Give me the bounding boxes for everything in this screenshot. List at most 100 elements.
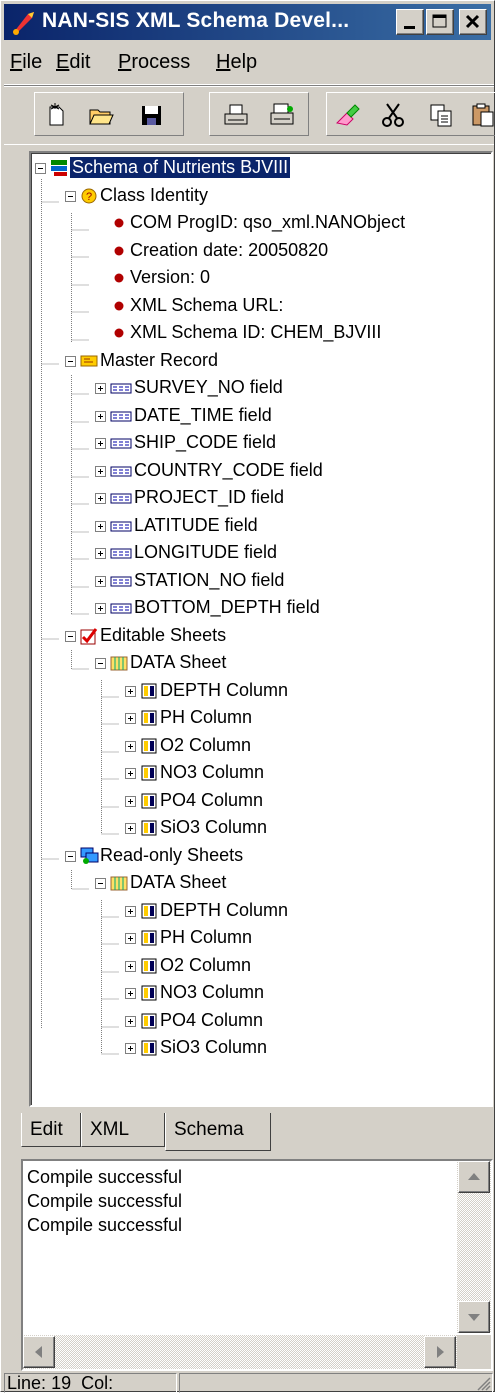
- tree-node-column[interactable]: O2 Column: [31, 733, 487, 759]
- scroll-down-button[interactable]: [458, 1301, 490, 1333]
- tree-node-master-record[interactable]: Master Record: [31, 348, 487, 374]
- expand-icon[interactable]: [125, 1015, 136, 1027]
- tree-node-column[interactable]: SiO3 Column: [31, 1035, 487, 1061]
- expand-icon[interactable]: [125, 768, 136, 779]
- expand-icon[interactable]: [95, 438, 106, 449]
- tree-node-sheet[interactable]: DATA Sheet: [31, 870, 487, 896]
- collapse-icon[interactable]: [95, 878, 106, 889]
- expand-icon[interactable]: [125, 960, 136, 972]
- field-icon: [110, 462, 132, 480]
- print-setup-button[interactable]: [264, 97, 300, 133]
- clear-button[interactable]: [329, 97, 365, 133]
- tree-node-property[interactable]: XML Schema URL:: [31, 293, 487, 319]
- tree-node-property[interactable]: XML Schema ID: CHEM_BJVIII: [31, 320, 487, 346]
- expand-icon[interactable]: [125, 713, 136, 724]
- open-button[interactable]: [83, 97, 119, 133]
- tree-node-field[interactable]: DATE_TIME field: [31, 403, 487, 429]
- vertical-scrollbar[interactable]: [457, 1161, 491, 1333]
- scroll-right-button[interactable]: [424, 1336, 456, 1368]
- collapse-icon[interactable]: [35, 163, 46, 174]
- horizontal-scrollbar[interactable]: [23, 1335, 457, 1369]
- column-icon: [140, 902, 158, 920]
- tree-node-column[interactable]: PO4 Column: [31, 1008, 487, 1034]
- tree-node-column[interactable]: NO3 Column: [31, 980, 487, 1006]
- tree-node-field[interactable]: PROJECT_ID field: [31, 485, 487, 511]
- tree-node-field[interactable]: LATITUDE field: [31, 513, 487, 539]
- tree-node-editable-sheets[interactable]: Editable Sheets: [31, 623, 487, 649]
- collapse-icon[interactable]: [95, 658, 106, 669]
- tree-node-column[interactable]: SiO3 Column: [31, 815, 487, 841]
- expand-icon[interactable]: [125, 740, 136, 752]
- expand-icon[interactable]: [95, 410, 106, 422]
- tree-node-property[interactable]: Version: 0: [31, 265, 487, 291]
- scroll-up-button[interactable]: [458, 1161, 490, 1193]
- tree-node-column[interactable]: NO3 Column: [31, 760, 487, 786]
- tree-node-field[interactable]: BOTTOM_DEPTH field: [31, 595, 487, 621]
- tree-node-column[interactable]: PH Column: [31, 925, 487, 951]
- class-identity-icon: ?: [80, 187, 98, 205]
- close-button[interactable]: [459, 9, 487, 35]
- expand-icon[interactable]: [95, 493, 106, 504]
- column-icon: [140, 1012, 158, 1030]
- expand-icon[interactable]: [125, 1043, 136, 1054]
- tree-node-label: PO4 Column: [160, 789, 264, 810]
- new-button[interactable]: [37, 97, 73, 133]
- copy-button[interactable]: [423, 97, 459, 133]
- tree-node-field[interactable]: COUNTRY_CODE field: [31, 458, 487, 484]
- output-pane[interactable]: Compile successful Compile successful Co…: [21, 1159, 493, 1371]
- cut-button[interactable]: [375, 97, 411, 133]
- expand-icon[interactable]: [95, 603, 106, 614]
- menu-file[interactable]: File: [10, 51, 42, 74]
- tree-node-column[interactable]: DEPTH Column: [31, 898, 487, 924]
- tab-edit[interactable]: Edit: [21, 1113, 81, 1147]
- collapse-icon[interactable]: [65, 355, 76, 367]
- tree-node-field[interactable]: SHIP_CODE field: [31, 430, 487, 456]
- expand-icon[interactable]: [125, 988, 136, 999]
- expand-icon[interactable]: [95, 575, 106, 587]
- tree-node-field[interactable]: LONGITUDE field: [31, 540, 487, 566]
- tree-node-class-identity[interactable]: ? Class Identity: [31, 183, 487, 209]
- menu-edit[interactable]: Edit: [56, 51, 90, 74]
- resize-grip-icon[interactable]: [475, 1375, 491, 1391]
- tree-node-root[interactable]: Schema of Nutrients BJVIII: [31, 155, 487, 181]
- tree-node-column[interactable]: PO4 Column: [31, 788, 487, 814]
- menu-help[interactable]: Help: [216, 51, 257, 74]
- scroll-left-button[interactable]: [23, 1336, 55, 1368]
- menu-process[interactable]: Process: [118, 51, 190, 74]
- collapse-icon[interactable]: [65, 850, 76, 862]
- collapse-icon[interactable]: [65, 630, 76, 642]
- tree-node-field[interactable]: STATION_NO field: [31, 568, 487, 594]
- column-icon: [140, 984, 158, 1002]
- expand-icon[interactable]: [125, 823, 136, 834]
- tree-node-readonly-sheets[interactable]: Read-only Sheets: [31, 843, 487, 869]
- tree-node-property[interactable]: Creation date: 20050820: [31, 238, 487, 264]
- tab-schema[interactable]: Schema: [165, 1113, 271, 1151]
- expand-icon[interactable]: [95, 465, 106, 477]
- expand-icon[interactable]: [95, 520, 106, 532]
- minimize-button[interactable]: [396, 9, 424, 35]
- schema-tree-view[interactable]: Schema of Nutrients BJVIII? Class Identit…: [29, 151, 493, 1107]
- expand-icon[interactable]: [125, 795, 136, 807]
- expand-icon[interactable]: [125, 905, 136, 917]
- property-bullet-icon: [110, 242, 128, 260]
- expand-icon[interactable]: [125, 685, 136, 697]
- expand-icon[interactable]: [95, 548, 106, 559]
- print-setup-icon: [270, 103, 294, 125]
- maximize-button[interactable]: [426, 9, 454, 35]
- tree-node-column[interactable]: DEPTH Column: [31, 678, 487, 704]
- tree-node-column[interactable]: PH Column: [31, 705, 487, 731]
- tree-node-column[interactable]: O2 Column: [31, 953, 487, 979]
- collapse-icon[interactable]: [65, 190, 76, 202]
- tree-node-label: LONGITUDE field: [134, 542, 278, 562]
- tree-node-field[interactable]: SURVEY_NO field: [31, 375, 487, 401]
- tab-xml[interactable]: XML: [81, 1113, 165, 1147]
- expand-icon[interactable]: [125, 933, 136, 944]
- tree-node-sheet[interactable]: DATA Sheet: [31, 650, 487, 676]
- tree-node-property[interactable]: COM ProgID: qso_xml.NANObject: [31, 210, 487, 236]
- title-bar[interactable]: NAN-SIS XML Schema Devel...: [4, 4, 491, 40]
- printer-icon: [224, 104, 248, 125]
- print-button[interactable]: [218, 97, 254, 133]
- paste-button[interactable]: [465, 97, 495, 133]
- expand-icon[interactable]: [95, 383, 106, 394]
- save-button[interactable]: [133, 97, 169, 133]
